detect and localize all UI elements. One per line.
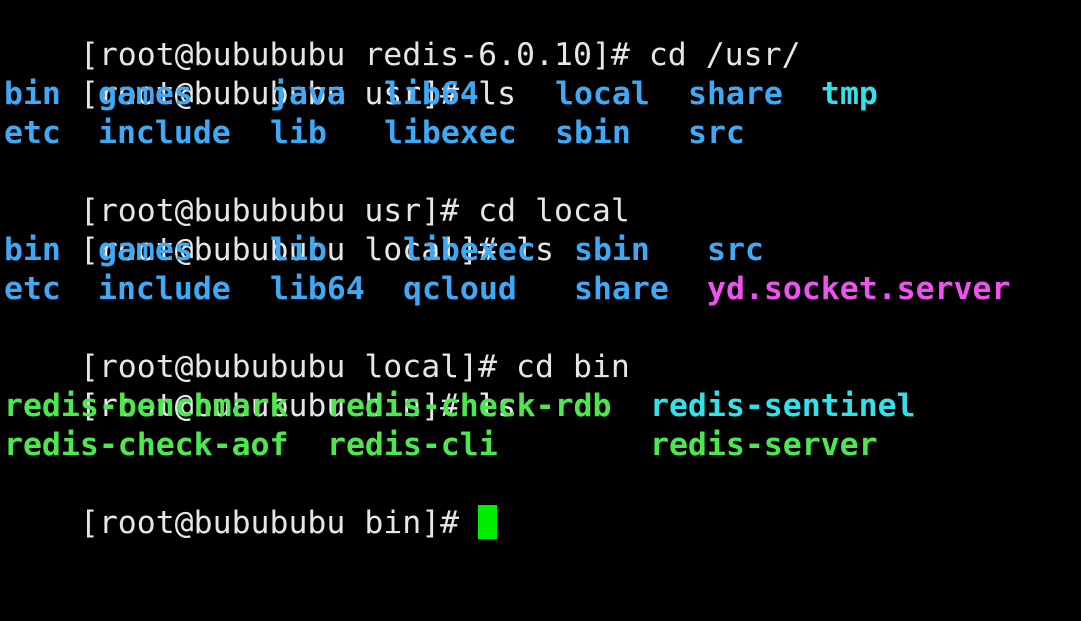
directory-entry: include (98, 271, 231, 307)
directory-entry: bin (4, 76, 61, 112)
directory-entry: etc (4, 271, 61, 307)
listing-row: redis-check-aof redis-cli redis-server (4, 426, 1081, 465)
directory-entry: sbin (555, 115, 631, 151)
symlink-entry: redis-sentinel (650, 388, 916, 424)
terminal-line[interactable]: [root@bubububu bin]# (4, 465, 1081, 541)
shell-prompt: [root@bubububu bin]# (79, 505, 479, 541)
directory-entry: libexec (403, 232, 536, 268)
listing-row: etc include lib libexec sbin src (4, 114, 1081, 153)
listing-row: redis-benchmark redis-check-rdb redis-se… (4, 387, 1081, 426)
terminal-line: [root@bubububu usr]# ls (4, 36, 1081, 112)
terminal-line: [root@bubububu bin]# ls (4, 348, 1081, 424)
directory-entry: libexec (384, 115, 517, 151)
listing-row: bin games java lib64 local share tmp (4, 75, 1081, 114)
terminal-window[interactable]: [root@bubububu redis-6.0.10]# cd /usr/ [… (0, 0, 1081, 553)
terminal-line: [root@bubububu usr]# cd local (4, 153, 1081, 229)
terminal-line: [root@bubububu local]# cd bin (4, 309, 1081, 385)
directory-entry: local (555, 76, 650, 112)
directory-entry: include (98, 115, 231, 151)
directory-entry: src (707, 232, 764, 268)
directory-entry: src (688, 115, 745, 151)
executable-entry: redis-server (650, 427, 878, 463)
directory-entry: bin (4, 232, 61, 268)
directory-entry: java (270, 76, 346, 112)
directory-entry: lib64 (270, 271, 365, 307)
directory-entry: share (688, 76, 783, 112)
directory-entry: games (98, 76, 193, 112)
directory-entry: lib (270, 115, 327, 151)
listing-row: etc include lib64 qcloud share yd.socket… (4, 270, 1081, 309)
directory-entry: share (574, 271, 669, 307)
listing-row: bin games lib libexec sbin src (4, 231, 1081, 270)
directory-entry: sbin (574, 232, 650, 268)
directory-entry: lib (270, 232, 327, 268)
directory-entry: games (98, 232, 193, 268)
executable-entry: redis-check-rdb (327, 388, 612, 424)
executable-entry: redis-check-aof (4, 427, 289, 463)
executable-entry: redis-benchmark (4, 388, 289, 424)
directory-entry: etc (4, 115, 61, 151)
directory-entry: lib64 (384, 76, 479, 112)
executable-entry: redis-cli (327, 427, 498, 463)
text-cursor[interactable] (478, 505, 498, 539)
socket-entry: yd.socket.server (707, 271, 1011, 307)
terminal-line: [root@bubububu local]# ls (4, 192, 1081, 268)
terminal-line: [root@bubububu redis-6.0.10]# cd /usr/ (4, 0, 1081, 73)
symlink-entry: tmp (821, 76, 878, 112)
directory-entry: qcloud (403, 271, 517, 307)
